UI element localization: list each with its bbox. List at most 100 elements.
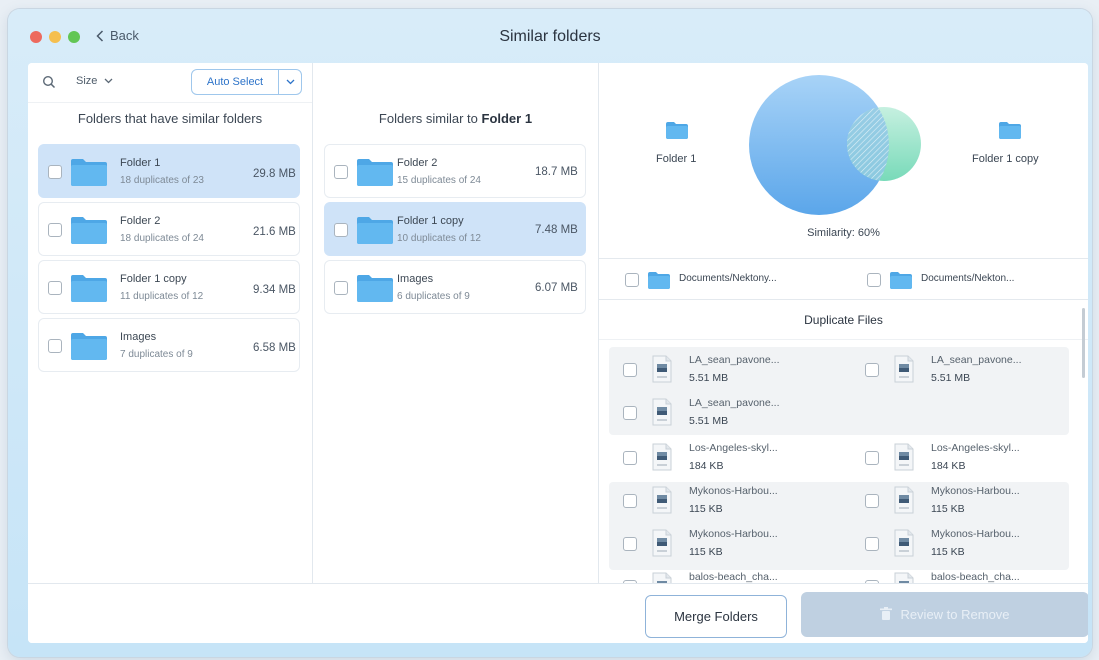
folder-card[interactable]: Images 7 duplicates of 9 6.58 MB [38, 318, 300, 372]
image-file-icon [652, 486, 672, 514]
folder-name: Folder 2 [397, 157, 438, 169]
duplicate-file-item[interactable]: Los-Angeles-skyl... 184 KB [851, 437, 1088, 479]
folder-checkbox[interactable] [334, 223, 348, 237]
folder-card[interactable]: Folder 2 18 duplicates of 24 21.6 MB [38, 202, 300, 256]
folder-icon [71, 333, 107, 360]
scrollbar[interactable] [1082, 308, 1085, 378]
folder-name: Folder 2 [120, 215, 161, 227]
file-checkbox[interactable] [865, 363, 879, 377]
similar-folder-card[interactable]: Images 6 duplicates of 9 6.07 MB [324, 260, 586, 314]
file-name: LA_sean_pavone... [931, 354, 1022, 366]
folder-name: Images [120, 331, 157, 343]
file-size: 5.51 MB [689, 372, 729, 384]
folder-duplicates-count: 18 duplicates of 24 [120, 233, 204, 244]
folder-size: 18.7 MB [535, 166, 578, 178]
duplicate-file-item[interactable]: Los-Angeles-skyl... 184 KB [609, 437, 849, 479]
folder-name: Folder 1 copy [120, 273, 187, 285]
file-name: Los-Angeles-skyl... [931, 442, 1020, 454]
folder-name: Folder 1 [120, 157, 161, 169]
folder-checkbox[interactable] [334, 165, 348, 179]
path-checkbox[interactable] [867, 273, 881, 287]
similar-folder-card[interactable]: Folder 1 copy 10 duplicates of 12 7.48 M… [324, 202, 586, 256]
image-file-icon [652, 572, 672, 583]
folder-card[interactable]: Folder 1 copy 11 duplicates of 12 9.34 M… [38, 260, 300, 314]
duplicate-file-item[interactable]: balos-beach_cha... [609, 566, 849, 583]
file-name: Mykonos-Harbou... [931, 528, 1020, 540]
file-size: 184 KB [689, 460, 724, 472]
folder-duplicates-count: 10 duplicates of 12 [397, 233, 481, 244]
chevron-down-icon [105, 78, 113, 84]
folder-card[interactable]: Folder 1 18 duplicates of 23 29.8 MB [38, 144, 300, 198]
file-name: balos-beach_cha... [931, 571, 1020, 583]
file-size: 5.51 MB [931, 372, 971, 384]
app-window: Back Similar folders Size Auto Select Fo… [8, 9, 1092, 657]
title-bar: Back Similar folders [8, 9, 1092, 63]
image-file-icon [652, 355, 672, 383]
image-file-icon [894, 572, 914, 583]
similarity-label: Similarity: 60% [807, 227, 880, 239]
folder-icon [71, 159, 107, 186]
duplicate-file-item[interactable]: balos-beach_cha... [851, 566, 1088, 583]
auto-select-control: Auto Select [191, 69, 302, 95]
file-checkbox[interactable] [865, 494, 879, 508]
duplicate-file-item[interactable]: LA_sean_pavone... 5.51 MB [851, 349, 1088, 391]
folder-icon [71, 217, 107, 244]
path-checkbox[interactable] [625, 273, 639, 287]
duplicate-file-item[interactable]: LA_sean_pavone... 5.51 MB [609, 392, 849, 434]
comparison-pane: Folder 1 Folder 1 copy Similarity: 60% D… [599, 63, 1088, 583]
similar-folder-card[interactable]: Folder 2 15 duplicates of 24 18.7 MB [324, 144, 586, 198]
image-file-icon [652, 529, 672, 557]
folder-name: Images [397, 273, 434, 285]
search-icon[interactable] [42, 75, 56, 89]
duplicate-file-item[interactable]: Mykonos-Harbou... 115 KB [609, 523, 849, 565]
review-label: Review to Remove [900, 607, 1010, 622]
folder-checkbox[interactable] [48, 165, 62, 179]
folder-size: 6.58 MB [253, 342, 296, 354]
folder-checkbox[interactable] [48, 339, 62, 353]
file-checkbox[interactable] [623, 451, 637, 465]
folder-icon [666, 122, 688, 139]
folder-size: 9.34 MB [253, 284, 296, 296]
right-folder-path[interactable]: Documents/Nekton... [921, 273, 1014, 284]
trash-icon [880, 607, 893, 620]
middle-heading-folder: Folder 1 [481, 111, 533, 126]
folder-icon [71, 275, 107, 302]
sort-dropdown[interactable]: Size [76, 75, 113, 87]
venn-diagram [749, 75, 921, 215]
similarity-diagram: Folder 1 Folder 1 copy Similarity: 60% [599, 63, 1088, 259]
image-file-icon [894, 355, 914, 383]
merge-folders-button[interactable]: Merge Folders [645, 595, 787, 638]
file-checkbox[interactable] [865, 451, 879, 465]
file-size: 115 KB [689, 546, 723, 558]
similar-folders-pane: Size Auto Select Folders that have simil… [28, 63, 313, 583]
folder-checkbox[interactable] [334, 281, 348, 295]
file-checkbox[interactable] [865, 537, 879, 551]
right-folder-label: Folder 1 copy [972, 153, 1039, 165]
image-file-icon [652, 443, 672, 471]
folder-icon [648, 272, 670, 289]
folders-similar-pane: Folders similar to Folder 1 Folder 2 15 … [313, 63, 599, 583]
duplicate-file-item[interactable]: Mykonos-Harbou... 115 KB [851, 480, 1088, 522]
review-to-remove-button[interactable]: Review to Remove [801, 592, 1088, 637]
folder-checkbox[interactable] [48, 223, 62, 237]
folder-duplicates-count: 15 duplicates of 24 [397, 175, 481, 186]
file-checkbox[interactable] [623, 494, 637, 508]
auto-select-button[interactable]: Auto Select [192, 70, 279, 94]
duplicate-files-list: LA_sean_pavone... 5.51 MB LA_sean_pavone..… [599, 340, 1088, 583]
folder-name: Folder 1 copy [397, 215, 464, 227]
left-folder-label: Folder 1 [656, 153, 697, 165]
folder-icon [357, 159, 393, 186]
file-checkbox[interactable] [623, 363, 637, 377]
duplicate-file-item[interactable]: Mykonos-Harbou... 115 KB [609, 480, 849, 522]
file-checkbox[interactable] [623, 537, 637, 551]
folder-duplicates-count: 11 duplicates of 12 [120, 291, 204, 302]
left-folder-path[interactable]: Documents/Nektony... [679, 273, 777, 284]
duplicate-file-item[interactable]: LA_sean_pavone... 5.51 MB [609, 349, 849, 391]
folder-checkbox[interactable] [48, 281, 62, 295]
auto-select-menu-button[interactable] [279, 70, 301, 94]
footer-bar: Merge Folders Review to Remove [28, 583, 1088, 643]
file-checkbox[interactable] [623, 406, 637, 420]
folder-size: 29.8 MB [253, 168, 296, 180]
duplicate-file-item[interactable]: Mykonos-Harbou... 115 KB [851, 523, 1088, 565]
folder-icon [357, 275, 393, 302]
